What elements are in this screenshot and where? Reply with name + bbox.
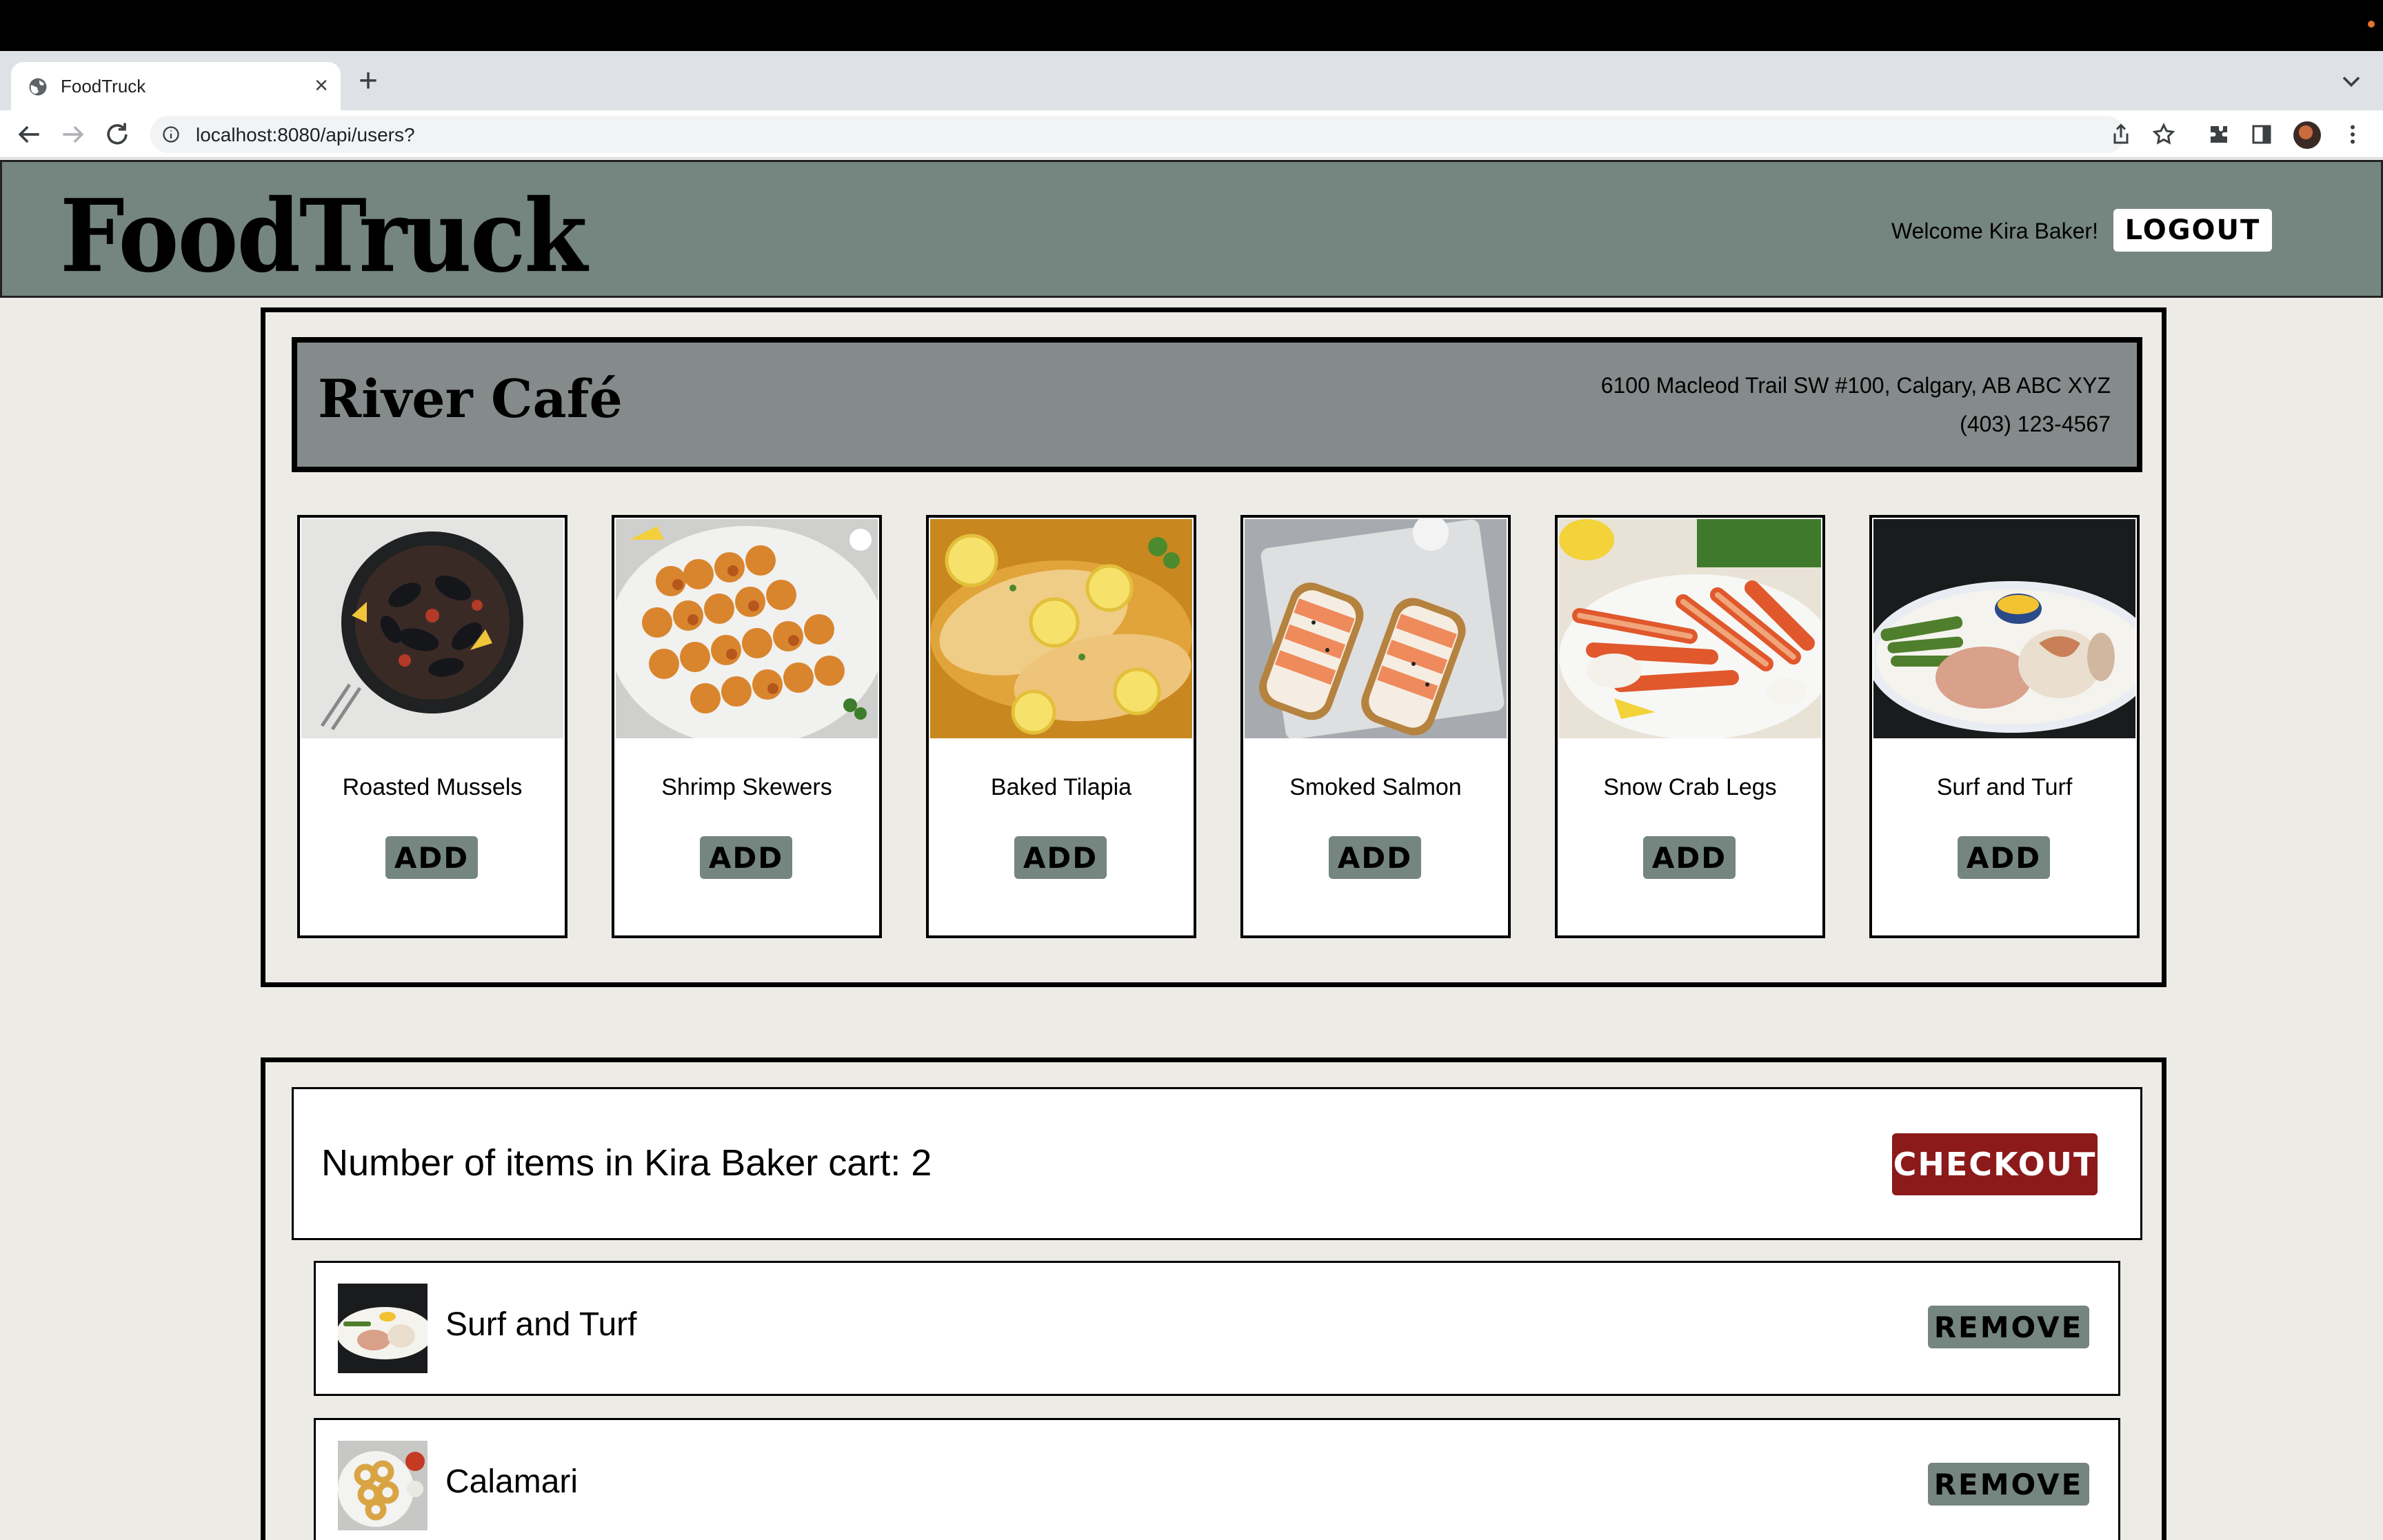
side-panel-icon[interactable]	[2249, 122, 2274, 147]
snow-crab-legs-photo	[1559, 519, 1821, 738]
cart-summary: Number of items in Kira Baker cart: 2 CH…	[292, 1087, 2142, 1240]
add-to-cart-button[interactable]: ADD	[1958, 836, 2050, 879]
welcome-text: Welcome Kira Baker!	[1891, 219, 2098, 243]
reload-icon[interactable]	[102, 119, 132, 150]
menu-item-card: Shrimp Skewers ADD	[612, 515, 882, 938]
smoked-salmon-photo	[1245, 519, 1507, 738]
site-header: FoodTruck Welcome Kira Baker! LOGOUT	[0, 160, 2383, 298]
menu-item-name: Roasted Mussels	[342, 774, 523, 800]
restaurant-name: River Café	[318, 368, 623, 429]
add-to-cart-button[interactable]: ADD	[700, 836, 792, 879]
cart-item-count: Number of items in Kira Baker cart: 2	[321, 1142, 932, 1184]
restaurant-panel: River Café 6100 Macleod Trail SW #100, C…	[261, 307, 2166, 987]
info-icon[interactable]	[161, 125, 181, 144]
menu-item-name: Snow Crab Legs	[1603, 774, 1777, 800]
menu-item-name: Surf and Turf	[1936, 774, 2073, 800]
cart-item-name: Surf and Turf	[445, 1306, 637, 1343]
calamari-thumbnail	[338, 1441, 428, 1530]
forward-arrow-icon[interactable]	[58, 119, 88, 150]
browser-tab[interactable]: FoodTruck ×	[11, 62, 341, 110]
browser-toolbar: localhost:8080/api/users?	[0, 110, 2383, 159]
chevron-down-icon[interactable]	[2336, 66, 2366, 97]
close-tab-icon[interactable]: ×	[314, 72, 328, 99]
restaurant-phone: (403) 123-4567	[1960, 412, 2111, 436]
remove-button[interactable]: REMOVE	[1928, 1306, 2089, 1348]
menu-item-name: Smoked Salmon	[1289, 774, 1462, 800]
add-to-cart-button[interactable]: ADD	[1329, 836, 1421, 879]
site-logo[interactable]: FoodTruck	[60, 186, 587, 287]
menu-item-card: Smoked Salmon ADD	[1240, 515, 1511, 938]
add-to-cart-button[interactable]: ADD	[1643, 836, 1736, 879]
add-to-cart-button[interactable]: ADD	[1014, 836, 1107, 879]
surf-and-turf-photo	[1873, 519, 2135, 738]
menu-item-card: Surf and Turf ADD	[1869, 515, 2140, 938]
cart-panel: Number of items in Kira Baker cart: 2 CH…	[261, 1057, 2166, 1540]
share-icon[interactable]	[2109, 122, 2133, 147]
surf-and-turf-thumbnail	[338, 1284, 428, 1373]
menu-item-card: Roasted Mussels ADD	[297, 515, 567, 938]
profile-avatar[interactable]	[2293, 121, 2321, 149]
cart-item-name: Calamari	[445, 1463, 579, 1500]
address-bar[interactable]: localhost:8080/api/users?	[150, 116, 2125, 153]
more-menu-icon[interactable]	[2340, 122, 2365, 147]
menu-item-name: Shrimp Skewers	[661, 774, 832, 800]
menu-item-card: Snow Crab Legs ADD	[1555, 515, 1825, 938]
menu-item-card: Baked Tilapia ADD	[926, 515, 1196, 938]
star-icon[interactable]	[2151, 122, 2176, 147]
url-text[interactable]: localhost:8080/api/users?	[196, 124, 415, 146]
baked-tilapia-photo	[930, 519, 1192, 738]
menu-item-name: Baked Tilapia	[990, 774, 1132, 800]
logout-button[interactable]: LOGOUT	[2113, 209, 2272, 252]
extensions-icon[interactable]	[2206, 122, 2231, 147]
back-arrow-icon[interactable]	[14, 119, 44, 150]
restaurant-address: 6100 Macleod Trail SW #100, Calgary, AB …	[1600, 373, 2111, 398]
globe-icon	[29, 78, 47, 96]
shrimp-skewers-photo	[616, 519, 878, 738]
cart-item: Surf and Turf REMOVE	[314, 1261, 2120, 1396]
os-menu-bar	[0, 0, 2383, 51]
remove-button[interactable]: REMOVE	[1928, 1463, 2089, 1506]
checkout-button[interactable]: CHECKOUT	[1892, 1133, 2098, 1195]
cart-item: Calamari REMOVE	[314, 1418, 2120, 1540]
roasted-mussels-photo	[301, 519, 563, 738]
new-tab-button[interactable]: +	[359, 62, 378, 101]
add-to-cart-button[interactable]: ADD	[385, 836, 478, 879]
restaurant-banner: River Café 6100 Macleod Trail SW #100, C…	[292, 337, 2142, 472]
status-dot	[2368, 21, 2375, 28]
browser-tab-strip: FoodTruck × +	[0, 51, 2383, 110]
tab-title: FoodTruck	[61, 76, 146, 97]
